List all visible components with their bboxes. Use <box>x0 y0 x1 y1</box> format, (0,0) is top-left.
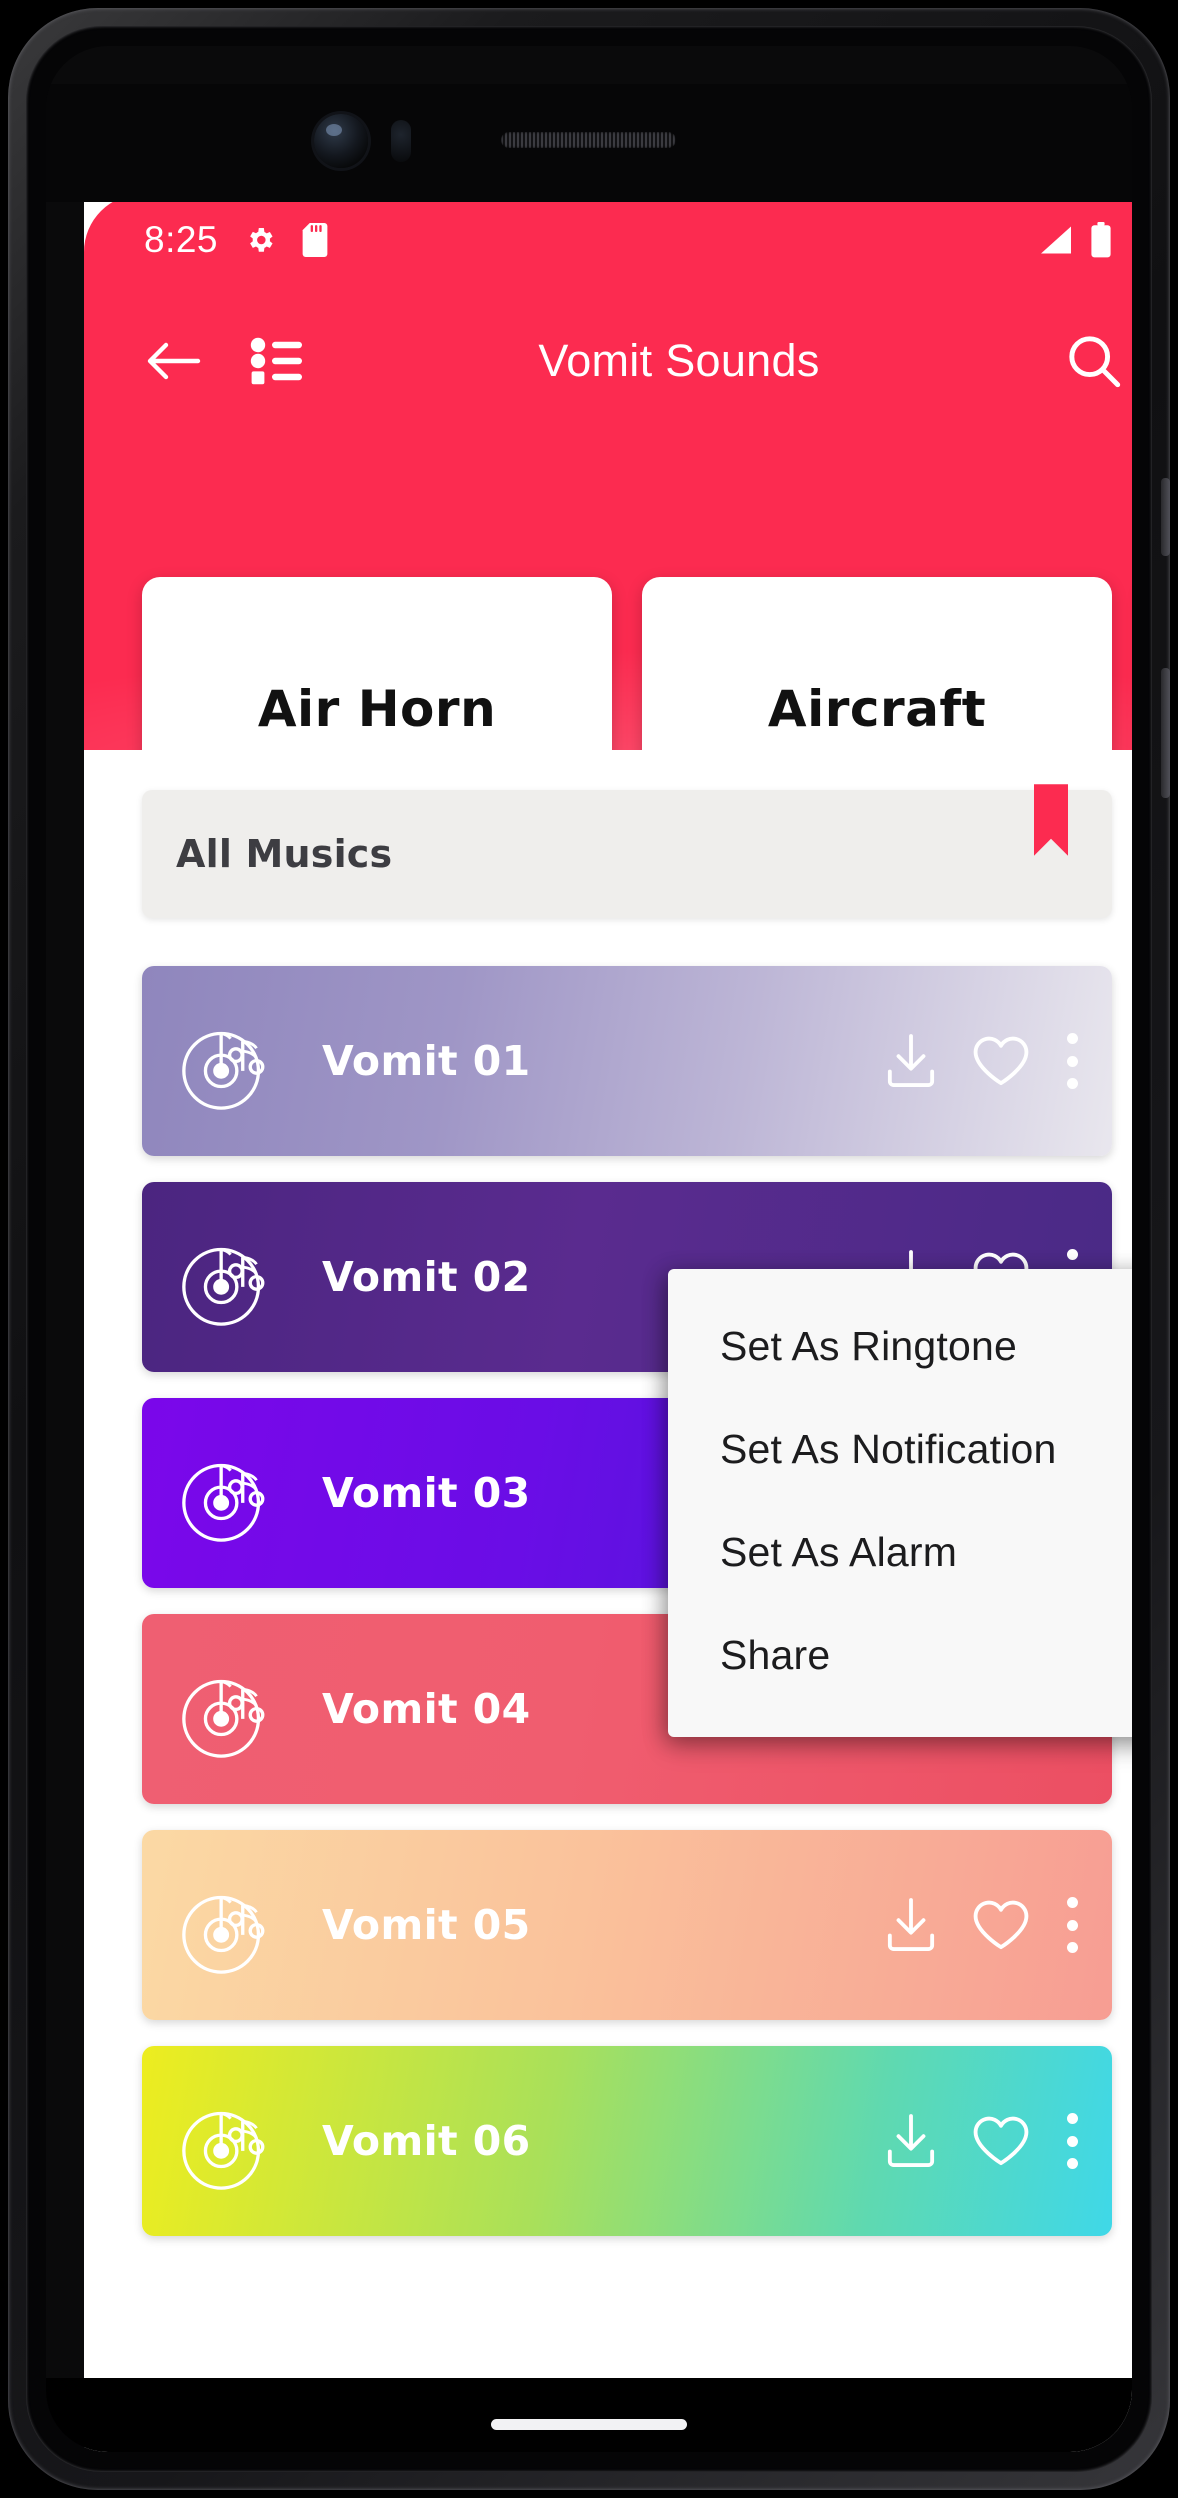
app-container: 8:25 Vomit Sounds Air Horn Aircraft All … <box>84 194 1132 2452</box>
status-time: 8:25 <box>144 219 219 260</box>
page-title: Vomit Sounds <box>538 335 820 386</box>
signal-icon <box>1041 226 1071 254</box>
vinyl-music-icon <box>182 2111 265 2190</box>
heart-icon[interactable] <box>972 1899 1030 1951</box>
app-header: 8:25 Vomit Sounds Air Horn Aircraft <box>84 194 1132 841</box>
track-row[interactable]: Vomit 06 <box>142 2046 1112 2236</box>
app-bar: Vomit Sounds <box>84 286 1132 436</box>
power-button[interactable] <box>1161 668 1170 798</box>
download-icon[interactable] <box>886 1898 936 1952</box>
track-row[interactable]: Vomit 01 <box>142 966 1112 1156</box>
sd-card-icon <box>302 223 328 257</box>
heart-icon[interactable] <box>972 2115 1030 2167</box>
menu-item-share[interactable]: Share <box>668 1604 1132 1707</box>
navigation-bar <box>46 2378 1132 2452</box>
track-actions <box>886 1897 1078 1953</box>
menu-item-set-as-notification[interactable]: Set As Notification <box>668 1398 1132 1501</box>
vinyl-music-icon <box>182 1247 265 1326</box>
more-options-icon[interactable] <box>1066 1897 1078 1953</box>
category-label: Aircraft <box>767 680 987 738</box>
vinyl-music-icon <box>182 1679 265 1758</box>
context-menu: Set As Ringtone Set As Notification Set … <box>668 1269 1132 1737</box>
track-title: Vomit 03 <box>322 1469 531 1517</box>
front-camera-icon <box>314 114 368 168</box>
gear-icon <box>250 228 273 252</box>
track-title: Vomit 02 <box>322 1253 531 1301</box>
track-title: Vomit 06 <box>322 2117 531 2165</box>
vinyl-music-icon <box>182 1031 265 1110</box>
battery-icon <box>1091 222 1111 258</box>
proximity-sensor-icon <box>391 120 411 162</box>
track-title: Vomit 01 <box>322 1037 531 1085</box>
status-bar-left: 8:25 <box>144 219 328 261</box>
back-arrow-icon[interactable] <box>146 339 202 383</box>
phone-screen: 8:25 Vomit Sounds Air Horn Aircraft All … <box>46 46 1132 2452</box>
all-musics-bar[interactable]: All Musics <box>142 784 1112 918</box>
track-actions <box>886 2113 1078 2169</box>
track-row[interactable]: Vomit 05 <box>142 1830 1112 2020</box>
search-icon[interactable] <box>1066 333 1122 389</box>
sensor-housing <box>46 84 1132 202</box>
heart-icon[interactable] <box>972 1035 1030 1087</box>
more-options-icon[interactable] <box>1066 2113 1078 2169</box>
status-bar: 8:25 <box>84 194 1132 286</box>
bookmark-icon[interactable] <box>1034 784 1068 856</box>
menu-item-set-as-alarm[interactable]: Set As Alarm <box>668 1501 1132 1604</box>
track-title: Vomit 05 <box>322 1901 531 1949</box>
download-icon[interactable] <box>886 1034 936 1088</box>
status-bar-right <box>1038 222 1112 258</box>
vinyl-music-icon <box>182 1463 265 1542</box>
volume-button[interactable] <box>1161 478 1170 556</box>
track-title: Vomit 04 <box>322 1685 531 1733</box>
more-options-icon[interactable] <box>1066 1033 1078 1089</box>
phone-frame: 8:25 Vomit Sounds Air Horn Aircraft All … <box>8 8 1170 2490</box>
track-actions <box>886 1033 1078 1089</box>
vinyl-music-icon <box>182 1895 265 1974</box>
download-icon[interactable] <box>886 2114 936 2168</box>
all-musics-label: All Musics <box>176 832 393 876</box>
menu-item-set-as-ringtone[interactable]: Set As Ringtone <box>668 1295 1132 1398</box>
earpiece-speaker <box>501 132 676 148</box>
category-label: Air Horn <box>257 680 497 738</box>
home-indicator[interactable] <box>491 2419 687 2430</box>
